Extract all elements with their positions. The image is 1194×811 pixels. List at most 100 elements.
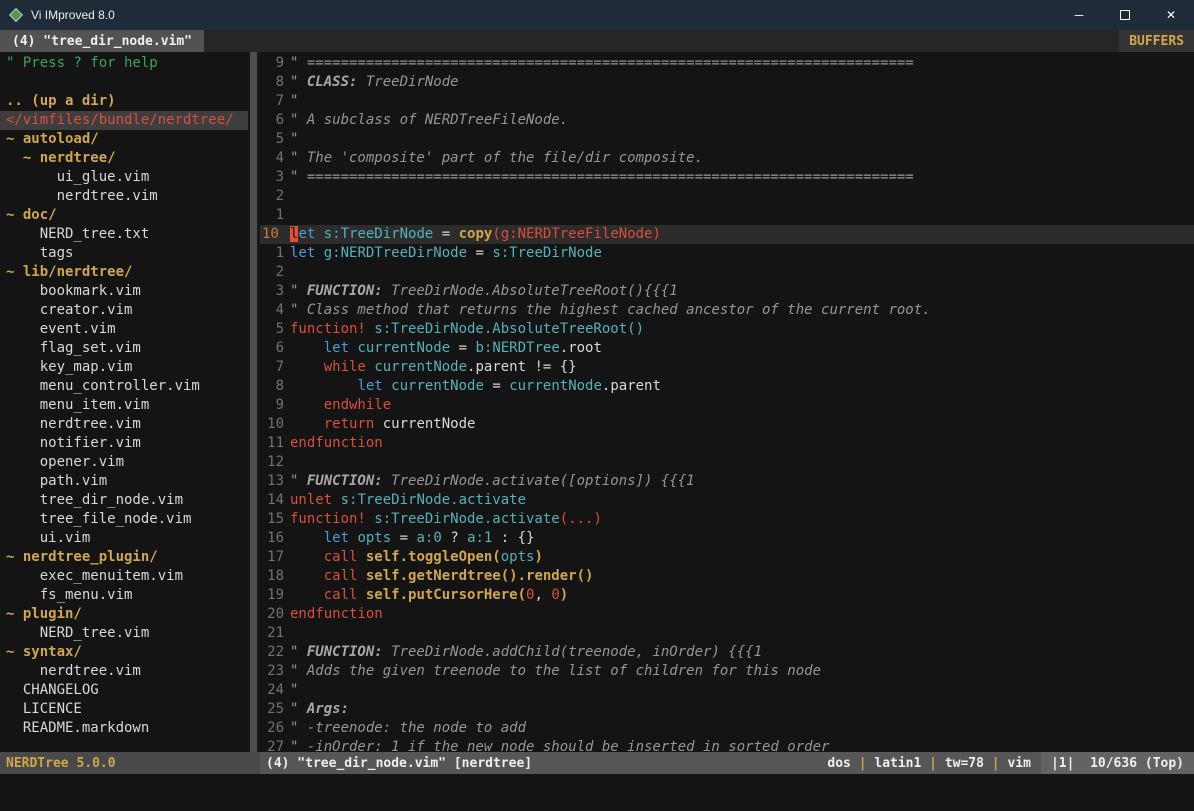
code-text: let currentNode = b:NERDTree.root [290,339,1194,358]
line-number: 3 [260,168,284,187]
code-line[interactable]: 6" A subclass of NERDTreeFileNode. [260,111,1194,130]
tree-item[interactable]: ~ plugin/ [0,605,248,624]
code-text: function! s:TreeDirNode.AbsoluteTreeRoot… [290,320,1194,339]
code-line[interactable]: 5function! s:TreeDirNode.AbsoluteTreeRoo… [260,320,1194,339]
tree-item[interactable]: ui_glue.vim [0,168,248,187]
tab-tree-dir-node[interactable]: (4) "tree_dir_node.vim" [0,30,204,52]
scrollbar-thumb[interactable] [250,52,257,752]
tree-item[interactable]: .. (up a dir) [0,92,248,111]
tree-item[interactable]: tree_dir_node.vim [0,491,248,510]
code-text: let opts = a:0 ? a:1 : {} [290,529,1194,548]
tree-item[interactable]: notifier.vim [0,434,248,453]
tree-item[interactable]: " Press ? for help [0,54,248,73]
code-line[interactable]: 24" [260,681,1194,700]
command-line[interactable] [0,774,1194,811]
tree-item[interactable]: exec_menuitem.vim [0,567,248,586]
title-bar[interactable]: Vi IMproved 8.0 ─ ✕ [0,0,1194,30]
line-number: 4 [260,149,284,168]
tree-item[interactable]: nerdtree.vim [0,415,248,434]
tree-item[interactable]: path.vim [0,472,248,491]
status-flag: tw=78 [945,756,984,771]
tree-item[interactable]: ~ syntax/ [0,643,248,662]
tree-item[interactable]: creator.vim [0,301,248,320]
line-number: 6 [260,339,284,358]
code-line[interactable]: 4" Class method that returns the highest… [260,301,1194,320]
code-line[interactable]: 1let g:NERDTreeDirNode = s:TreeDirNode [260,244,1194,263]
tree-item[interactable]: ~ autoload/ [0,130,248,149]
tree-item[interactable]: opener.vim [0,453,248,472]
code-line[interactable]: 5" [260,130,1194,149]
code-line[interactable]: 3" =====================================… [260,168,1194,187]
line-number: 26 [260,719,284,738]
tree-item[interactable]: flag_set.vim [0,339,248,358]
code-line[interactable]: 19 call self.putCursorHere(0, 0) [260,586,1194,605]
code-line[interactable]: 23" Adds the given treenode to the list … [260,662,1194,681]
code-line[interactable]: 14unlet s:TreeDirNode.activate [260,491,1194,510]
tree-item[interactable]: ~ lib/nerdtree/ [0,263,248,282]
code-line[interactable]: 10 return currentNode [260,415,1194,434]
line-number: 6 [260,111,284,130]
tree-item[interactable]: menu_item.vim [0,396,248,415]
tree-item[interactable]: nerdtree.vim [0,662,248,681]
window-title: Vi IMproved 8.0 [31,8,115,22]
tree-item[interactable]: menu_controller.vim [0,377,248,396]
code-line[interactable]: 21 [260,624,1194,643]
minimize-icon: ─ [1075,8,1084,22]
status-flag: latin1 [874,756,921,771]
code-line[interactable]: 2 [260,263,1194,282]
code-line[interactable]: 12 [260,453,1194,472]
code-line[interactable]: 22" FUNCTION: TreeDirNode.addChild(treen… [260,643,1194,662]
tree-item[interactable]: NERD_tree.vim [0,624,248,643]
code-line[interactable]: 8" CLASS: TreeDirNode [260,73,1194,92]
code-line[interactable]: 18 call self.getNerdtree().render() [260,567,1194,586]
code-text [290,263,1194,282]
code-line[interactable]: 16 let opts = a:0 ? a:1 : {} [260,529,1194,548]
tree-item[interactable]: README.markdown [0,719,248,738]
code-line[interactable]: 25" Args: [260,700,1194,719]
code-line[interactable]: 8 let currentNode = currentNode.parent [260,377,1194,396]
code-line[interactable]: 2 [260,187,1194,206]
tree-item[interactable]: ~ nerdtree/ [0,149,248,168]
minimize-button[interactable]: ─ [1056,0,1102,30]
tree-root-item[interactable]: </vimfiles/bundle/nerdtree/ [0,111,248,130]
tree-item[interactable]: ui.vim [0,529,248,548]
code-line[interactable]: 26 " -treenode: the node to add [260,719,1194,738]
code-line[interactable]: 13" FUNCTION: TreeDirNode.activate([opti… [260,472,1194,491]
tree-item[interactable]: CHANGELOG [0,681,248,700]
editor-panel[interactable]: 9" =====================================… [260,52,1194,752]
tree-item[interactable]: ~ nerdtree_plugin/ [0,548,248,567]
tree-item[interactable]: key_map.vim [0,358,248,377]
code-line[interactable]: 6 let currentNode = b:NERDTree.root [260,339,1194,358]
code-text: " -inOrder: 1 if the new node should be … [290,738,1194,752]
tree-item[interactable]: LICENCE [0,700,248,719]
code-line[interactable]: 9 endwhile [260,396,1194,415]
tree-item[interactable]: tree_file_node.vim [0,510,248,529]
cursor-position: 10/636 (Top) [1090,756,1184,771]
code-line[interactable]: 17 call self.toggleOpen(opts) [260,548,1194,567]
close-button[interactable]: ✕ [1148,0,1194,30]
tree-item[interactable]: bookmark.vim [0,282,248,301]
code-line[interactable]: 11endfunction [260,434,1194,453]
code-text [290,206,1194,225]
tree-item[interactable]: ~ doc/ [0,206,248,225]
code-line[interactable]: 15function! s:TreeDirNode.activate(...) [260,510,1194,529]
line-number: 8 [260,73,284,92]
line-number: 9 [260,396,284,415]
code-line[interactable]: 1 [260,206,1194,225]
code-line[interactable]: 3" FUNCTION: TreeDirNode.AbsoluteTreeRoo… [260,282,1194,301]
code-line[interactable]: 27" -inOrder: 1 if the new node should b… [260,738,1194,752]
line-number: 18 [260,567,284,586]
tree-item[interactable]: tags [0,244,248,263]
maximize-button[interactable] [1102,0,1148,30]
code-line[interactable]: 4" The 'composite' part of the file/dir … [260,149,1194,168]
tree-item[interactable]: nerdtree.vim [0,187,248,206]
code-line[interactable]: 7 while currentNode.parent != {} [260,358,1194,377]
tree-item[interactable]: NERD_tree.txt [0,225,248,244]
code-line[interactable]: 7" [260,92,1194,111]
code-line[interactable]: 20endfunction [260,605,1194,624]
code-text: " -treenode: the node to add [290,719,1194,738]
code-line-current[interactable]: 10let s:TreeDirNode = copy(g:NERDTreeFil… [260,225,1194,244]
tree-item[interactable]: fs_menu.vim [0,586,248,605]
tree-item[interactable]: event.vim [0,320,248,339]
code-line[interactable]: 9" =====================================… [260,54,1194,73]
